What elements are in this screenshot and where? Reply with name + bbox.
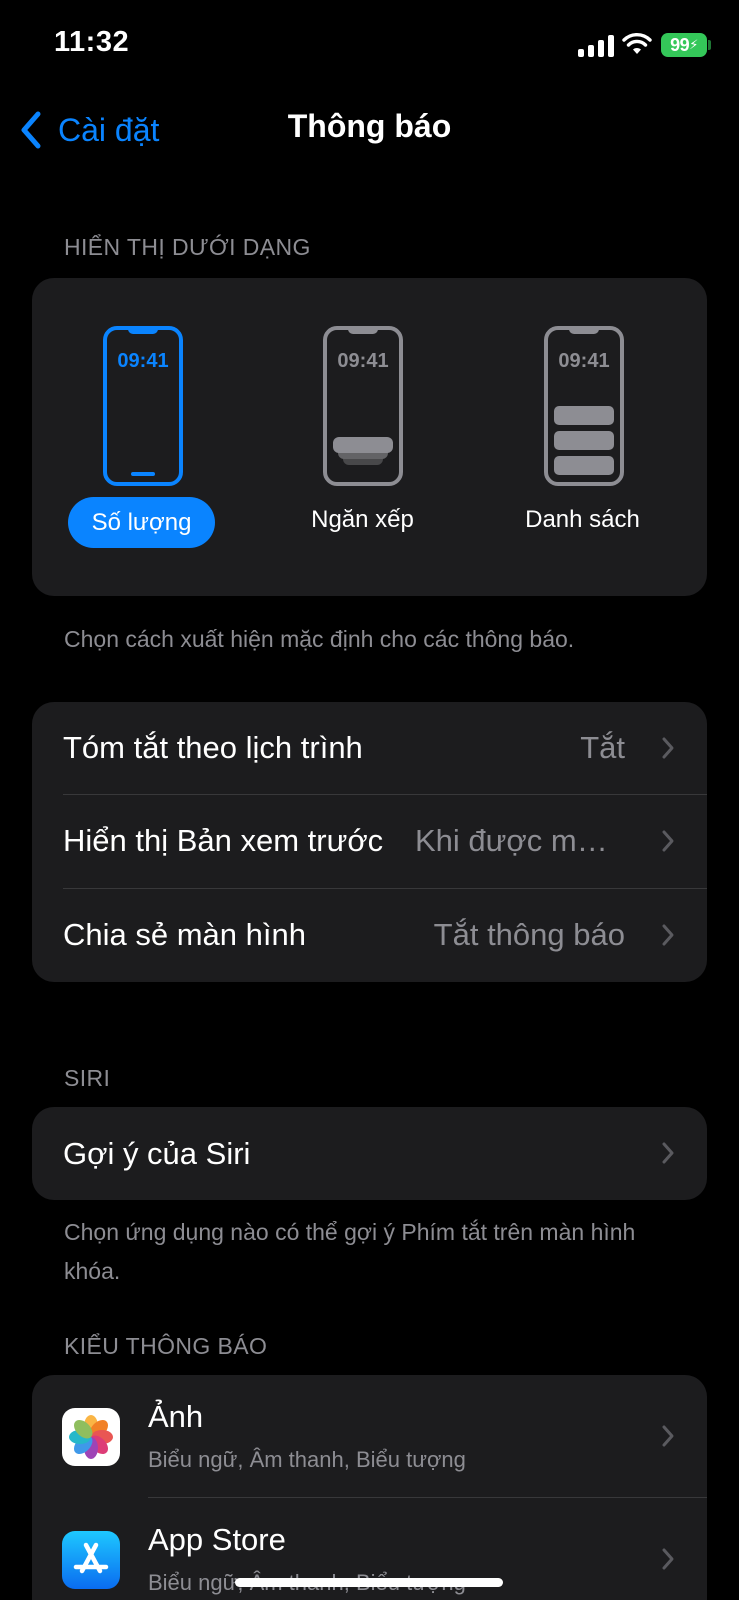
style-option-list[interactable]: 09:41 Danh sách [470,278,695,596]
style-option-count[interactable]: 09:41 Số lượng [32,278,257,596]
row-value: Tắt [580,730,625,765]
wifi-icon [622,33,652,54]
style-label-count: Số lượng [68,497,215,548]
phone-time: 09:41 [337,350,389,372]
row-screen-sharing[interactable]: Chia sẻ màn hình Tắt thông báo [32,889,707,981]
app-name: Ảnh [148,1399,204,1434]
chevron-right-icon [662,1142,674,1164]
row-label: Hiển thị Bản xem trước [63,823,384,858]
notification-style-card: Ảnh Biểu ngữ, Âm thanh, Biểu tượng App S… [32,1375,707,1600]
home-indicator[interactable] [235,1578,503,1587]
chevron-right-icon [662,830,674,852]
siri-section-footer: Chọn ứng dụng nào có thể gợi ý Phím tắt … [64,1219,636,1284]
section-header-siri: SIRI [64,1065,111,1091]
app-store-icon [62,1531,120,1589]
battery-cap [708,40,711,50]
phone-time: 09:41 [117,350,169,372]
chevron-right-icon [662,1425,674,1447]
display-section-footer: Chọn cách xuất hiện mặc định cho các thô… [64,626,575,652]
display-style-card: 09:41 Số lượng 09:41 Ngăn xếp 09:41 Danh… [32,278,707,596]
row-show-previews[interactable]: Hiển thị Bản xem trước Khi được mở khóa [32,795,707,887]
chevron-right-icon [662,737,674,759]
page-title: Thông báo [287,108,452,144]
style-label-list: Danh sách [525,506,640,533]
battery-icon: 99 ⚡ [661,33,707,57]
row-scheduled-summary[interactable]: Tóm tắt theo lịch trình Tắt [32,702,707,794]
row-label: Tóm tắt theo lịch trình [63,730,363,765]
phone-list-icon: 09:41 [544,326,624,486]
battery-level: 99 [670,34,690,55]
section-header-notification-style: KIỂU THÔNG BÁO [64,1333,268,1359]
style-label-stack: Ngăn xếp [311,506,414,533]
chevron-right-icon [662,924,674,946]
row-value: Tắt thông báo [433,917,625,952]
app-row-photos[interactable]: Ảnh Biểu ngữ, Âm thanh, Biểu tượng [32,1375,707,1497]
phone-stack-icon: 09:41 [323,326,403,486]
row-label: Chia sẻ màn hình [63,917,306,952]
app-subtitle: Biểu ngữ, Âm thanh, Biểu tượng [148,1447,466,1472]
app-name: App Store [148,1522,286,1557]
photos-icon [62,1408,120,1466]
phone-count-icon: 09:41 [103,326,183,486]
style-option-stack[interactable]: 09:41 Ngăn xếp [250,278,475,596]
notification-settings-card: Tóm tắt theo lịch trình Tắt Hiển thị Bản… [32,702,707,982]
chevron-right-icon [662,1548,674,1570]
phone-time: 09:41 [558,350,610,372]
section-header-display: HIỂN THỊ DƯỚI DẠNG [64,234,311,260]
row-siri-suggestions[interactable]: Gợi ý của Siri [32,1107,707,1200]
status-bar: 11:32 99 ⚡ [0,0,739,90]
siri-card: Gợi ý của Siri [32,1107,707,1200]
row-value: Khi được mở khóa [415,823,625,858]
row-label: Gợi ý của Siri [63,1136,251,1171]
cellular-signal-icon [578,35,614,57]
status-time: 11:32 [54,26,130,58]
